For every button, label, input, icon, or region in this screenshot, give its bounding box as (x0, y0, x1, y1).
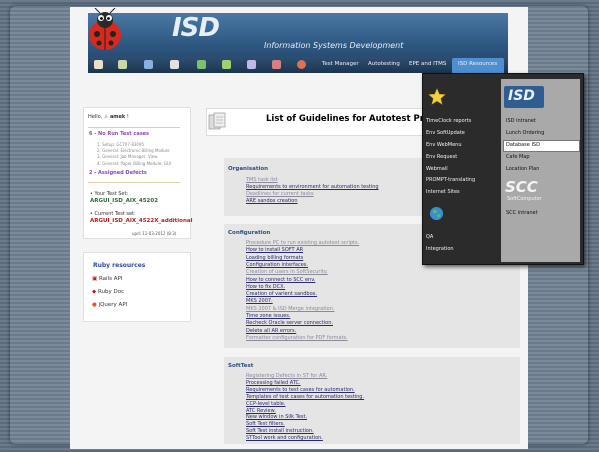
document-icon[interactable] (170, 60, 179, 69)
scc-subtitle: SoftComputer (507, 196, 542, 202)
no-run-link[interactable]: 6 - No Run Test cases (89, 131, 149, 137)
guideline-link[interactable]: Recheck Oracle server connection. (246, 320, 333, 326)
user-name: amek (109, 114, 126, 120)
guideline-link[interactable]: Requirements to test cases for automatio… (246, 387, 355, 393)
guideline-link[interactable]: ARE sandox creation (246, 198, 298, 204)
guideline-link[interactable]: How to install SOFT AR (246, 247, 303, 253)
no-run-list: 1. Setup: GC707-83095 2. General: Electr… (97, 142, 171, 167)
menu-item[interactable]: Internet Sites (426, 189, 460, 195)
section-title: SoftTest (228, 363, 254, 369)
section-title: Configuration (228, 230, 271, 236)
guideline-link[interactable]: Loading billing formats (246, 255, 303, 261)
guideline-link[interactable]: How to connect to SCC env. (246, 277, 315, 283)
menu-item[interactable]: Env Request (426, 154, 457, 160)
menu-item-selected[interactable]: Database ISD (506, 142, 540, 148)
isd-menu-logo: ISD (508, 88, 535, 104)
menu-item[interactable]: Integration (426, 246, 454, 252)
guideline-link[interactable]: Formatter configuration for PDF formats. (246, 335, 348, 341)
nav-epe-itms[interactable]: EPE and ITMS (409, 61, 446, 67)
tools-icon[interactable] (144, 60, 153, 69)
ruby-title: Ruby resources (93, 262, 146, 269)
nav-isd-resources[interactable]: ISD Resources (458, 61, 497, 67)
guideline-link[interactable]: How to fix DCX. (246, 284, 285, 290)
documents-icon (208, 112, 226, 130)
star-icon (428, 88, 446, 105)
check-icon[interactable] (197, 60, 206, 69)
nav-autotesting[interactable]: Autotesting (368, 61, 400, 67)
menu-item[interactable]: SCC intranet (506, 210, 538, 216)
guideline-link[interactable]: ATC Review. (246, 408, 276, 414)
current-test-set-value[interactable]: ARGUI_ISD_AIX_4522X_additional (90, 218, 192, 224)
current-test-set-label: • Current Test set: (90, 211, 136, 217)
guideline-link[interactable]: CCP-level table. (246, 401, 285, 407)
your-test-set-value[interactable]: ARGUI_ISD_AIX_45202 (90, 198, 158, 204)
settings-icon[interactable] (272, 60, 281, 69)
guideline-link[interactable]: Deadlines for current tasks (246, 191, 314, 197)
calendar-icon[interactable] (118, 60, 127, 69)
guideline-link[interactable]: Templates of test cases for automation t… (246, 394, 364, 400)
ruby-doc-link[interactable]: ◆ Ruby Doc (92, 289, 124, 295)
nav-test-manager[interactable]: Test Manager (322, 61, 359, 67)
guideline-link[interactable]: MKS 2007 & ISD Merge integration. (246, 306, 335, 312)
guideline-link[interactable]: Configuration interfaces. (246, 262, 308, 268)
menu-item[interactable]: Location Plan (506, 166, 539, 172)
user-icon: ♙ (103, 114, 109, 120)
menu-item[interactable]: Lunch Ordering (506, 130, 544, 136)
assigned-defects-link[interactable]: 2 - Assigned Defects (89, 170, 147, 176)
header-subtitle: Information Systems Development (264, 41, 404, 50)
rails-api-link[interactable]: ▣ Rails API (92, 276, 122, 282)
guideline-link[interactable]: STTool work and configuration. (246, 435, 323, 441)
menu-item[interactable]: TimeClock reports (426, 118, 471, 124)
guideline-link[interactable]: Delete all AR errors. (246, 328, 296, 334)
section-title: Organisation (228, 166, 269, 172)
home-icon[interactable] (94, 60, 103, 69)
menu-item[interactable]: Cafe Map (506, 154, 530, 160)
network-icon[interactable] (222, 60, 231, 69)
guideline-link[interactable]: Procedure PC to run existing autotest sc… (246, 240, 359, 246)
menu-item[interactable]: QA (426, 234, 433, 240)
rails-icon: ▣ (92, 276, 98, 282)
guideline-link[interactable]: Processing failed ATC. (246, 380, 301, 386)
list-item[interactable]: 4. General: Paper Billing Module: GUI (97, 161, 171, 167)
guideline-link[interactable]: Soft Test filters. (246, 421, 285, 427)
guideline-link[interactable]: Creation of varient sandbox. (246, 291, 317, 297)
guideline-link[interactable]: Creation of users in SoftSecurity. (246, 269, 328, 275)
guideline-link[interactable]: Registering Defects in ST for AR. (246, 373, 327, 379)
jquery-api-link[interactable]: ● jQuery API (92, 302, 127, 308)
your-test-set-label: • Your Test Set: (90, 191, 129, 197)
hello-text: Hello, (88, 114, 103, 120)
guideline-link[interactable]: New window in Silk Test. (246, 414, 307, 420)
divider (88, 182, 180, 183)
mail-icon[interactable] (247, 60, 256, 69)
guideline-link[interactable]: Soft Test install instruction. (246, 428, 314, 434)
menu-item[interactable]: Webmail (426, 166, 448, 172)
guideline-link[interactable]: Time zone issues. (246, 313, 290, 319)
guideline-link[interactable]: Requirements to environment for automati… (246, 184, 379, 190)
divider (88, 127, 180, 128)
updated-timestamp: upd: 11-03-2012 (8:3) (132, 231, 177, 236)
menu-item[interactable]: Env SoftUpdate (426, 130, 465, 136)
menu-item[interactable]: ISD intranet (506, 118, 536, 124)
ruby-icon: ◆ (92, 289, 97, 295)
ladybug-logo-icon (89, 8, 121, 50)
menu-item[interactable]: Env WebMenu (426, 142, 462, 148)
greeting: Hello, ♙ amek ! (88, 114, 129, 120)
globe-icon (429, 206, 444, 221)
isd-logo: ISD (172, 13, 220, 43)
help-icon[interactable] (297, 60, 306, 69)
guideline-link[interactable]: MKS 2007. (246, 298, 273, 304)
scc-logo: SCC (505, 178, 538, 196)
guideline-link[interactable]: TMS task list (246, 177, 278, 183)
menu-item[interactable]: PROMPT-translating (426, 177, 475, 183)
jquery-icon: ● (92, 302, 97, 308)
